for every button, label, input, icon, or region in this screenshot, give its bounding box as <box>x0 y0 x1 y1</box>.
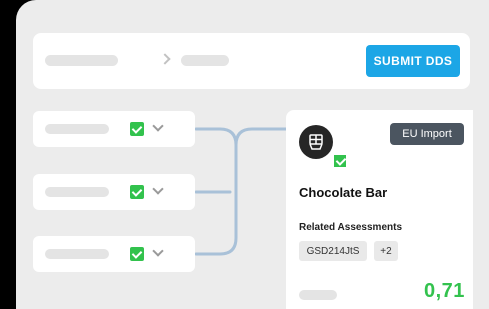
check-icon[interactable] <box>130 185 144 199</box>
check-icon[interactable] <box>130 247 144 261</box>
chevron-down-icon[interactable] <box>152 120 164 132</box>
related-assessments-title: Related Assessments <box>299 222 403 233</box>
row-label-placeholder <box>45 187 109 197</box>
check-icon[interactable] <box>130 122 144 136</box>
product-name: Chocolate Bar <box>299 185 388 200</box>
verified-check-icon <box>332 153 348 169</box>
status-badge: EU Import <box>390 123 464 145</box>
chevron-down-icon[interactable] <box>152 245 164 257</box>
list-item[interactable] <box>33 111 195 147</box>
row-label-placeholder <box>45 124 109 134</box>
score-label-placeholder <box>299 290 337 300</box>
list-item[interactable] <box>33 174 195 210</box>
list-item[interactable] <box>33 236 195 272</box>
score-value: 0,71 <box>424 280 465 302</box>
row-label-placeholder <box>45 249 109 259</box>
more-assessments-tag[interactable]: +2 <box>374 241 398 261</box>
product-avatar <box>299 125 333 159</box>
chevron-down-icon[interactable] <box>152 183 164 195</box>
chocolate-bar-icon <box>309 134 323 150</box>
product-card: EU Import Chocolate Bar Related Assessme… <box>286 110 473 309</box>
assessment-tag[interactable]: GSD214JtS <box>299 241 367 261</box>
